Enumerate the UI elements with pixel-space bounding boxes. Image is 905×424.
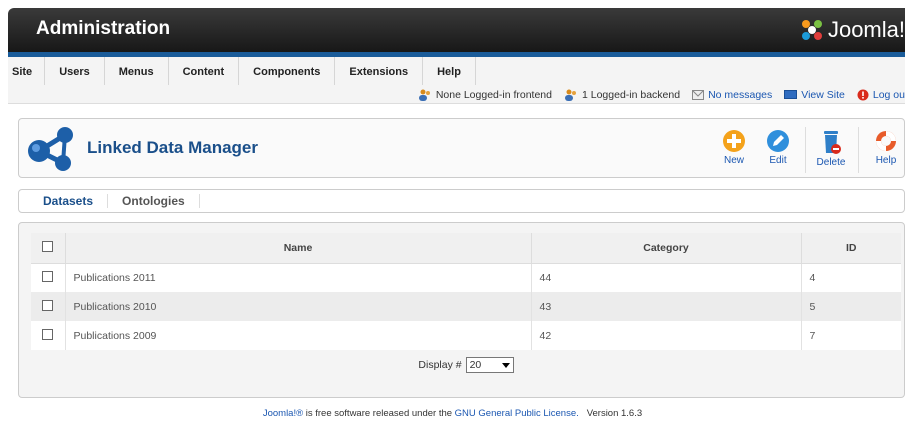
linked-data-icon xyxy=(28,127,73,171)
edit-button[interactable]: Edit xyxy=(757,129,799,166)
messages-link[interactable]: No messages xyxy=(692,89,772,101)
row-checkbox[interactable] xyxy=(42,270,54,282)
display-label: Display # xyxy=(418,359,462,371)
license-link[interactable]: GNU General Public License. xyxy=(455,408,579,419)
row-select-cell xyxy=(31,321,66,350)
dataset-id: 5 xyxy=(801,292,901,321)
trash-icon xyxy=(824,131,841,154)
select-all-checkbox[interactable] xyxy=(42,240,54,252)
row-checkbox[interactable] xyxy=(42,328,54,340)
view-site-link[interactable]: View Site xyxy=(784,89,845,101)
pencil-icon xyxy=(767,130,789,152)
dataset-id: 7 xyxy=(801,321,901,350)
users-icon xyxy=(564,89,576,101)
row-checkbox[interactable] xyxy=(42,299,54,311)
table-row: Publications 2011 44 4 xyxy=(31,263,901,292)
menu-site[interactable]: Site xyxy=(8,57,46,85)
pagination-bar: Display # 20 xyxy=(31,350,901,380)
menu-users[interactable]: Users xyxy=(45,57,105,85)
display-count-select[interactable]: 20 xyxy=(465,357,514,373)
select-all-cell xyxy=(31,233,66,264)
datasets-panel: Name Category ID Publications 2011 44 4 … xyxy=(18,222,905,398)
column-header-name[interactable]: Name xyxy=(65,233,532,264)
page-footer: Joomla!® is free software released under… xyxy=(0,408,905,419)
dataset-category: 44 xyxy=(531,263,802,292)
dataset-category: 42 xyxy=(531,321,802,350)
frontend-users-status: None Logged-in frontend xyxy=(418,89,552,101)
submenu-tabs: Datasets Ontologies xyxy=(18,189,905,213)
joomla-logo-text: Joomla! xyxy=(827,17,905,42)
main-menu-bar: Site Users Menus Content Components Exte… xyxy=(8,57,905,104)
dataset-name-link[interactable]: Publications 2009 xyxy=(65,321,532,350)
logout-link[interactable]: Log ou xyxy=(857,89,905,101)
help-button[interactable]: Help xyxy=(865,129,905,166)
joomla-link[interactable]: Joomla!® xyxy=(263,408,303,419)
toolbar-divider xyxy=(858,127,859,173)
row-select-cell xyxy=(31,263,66,292)
users-icon xyxy=(418,89,430,101)
table-row: Publications 2010 43 5 xyxy=(31,292,901,321)
tab-datasets[interactable]: Datasets xyxy=(29,194,109,208)
toolbar-divider xyxy=(805,127,806,173)
admin-title: Administration xyxy=(36,18,171,39)
component-toolbar: Linked Data Manager New Edit Delete Help xyxy=(18,118,905,178)
menu-content[interactable]: Content xyxy=(169,57,240,85)
table-row: Publications 2009 42 7 xyxy=(31,321,901,350)
chevron-down-icon xyxy=(501,363,510,368)
lifebuoy-icon xyxy=(876,131,896,151)
column-header-id[interactable]: ID xyxy=(801,233,901,264)
admin-header: Administration Joomla! xyxy=(8,8,905,54)
joomla-logo[interactable]: Joomla! xyxy=(800,17,905,43)
new-button[interactable]: New xyxy=(713,129,755,166)
dataset-name-link[interactable]: Publications 2011 xyxy=(65,263,532,292)
column-header-category[interactable]: Category xyxy=(531,233,802,264)
version-text: Version 1.6.3 xyxy=(586,408,643,419)
delete-button[interactable]: Delete xyxy=(810,129,852,168)
status-bar: None Logged-in frontend 1 Logged-in back… xyxy=(406,89,905,101)
component-title: Linked Data Manager xyxy=(87,138,258,157)
logout-icon xyxy=(857,89,869,101)
mail-icon xyxy=(692,90,705,100)
menu-extensions[interactable]: Extensions xyxy=(335,57,424,85)
datasets-table: Name Category ID Publications 2011 44 4 … xyxy=(31,233,901,350)
dataset-name-link[interactable]: Publications 2010 xyxy=(65,292,532,321)
footer-text: is free software released under the xyxy=(303,408,455,419)
menu-menus[interactable]: Menus xyxy=(105,57,169,85)
tab-ontologies[interactable]: Ontologies xyxy=(108,194,200,208)
dataset-category: 43 xyxy=(531,292,802,321)
joomla-logo-icon xyxy=(801,20,822,40)
dataset-id: 4 xyxy=(801,263,901,292)
backend-users-status: 1 Logged-in backend xyxy=(564,89,680,101)
row-select-cell xyxy=(31,292,66,321)
plus-icon xyxy=(723,130,745,152)
menu-help[interactable]: Help xyxy=(423,57,476,85)
menu-components[interactable]: Components xyxy=(239,57,336,85)
monitor-icon xyxy=(784,90,798,99)
